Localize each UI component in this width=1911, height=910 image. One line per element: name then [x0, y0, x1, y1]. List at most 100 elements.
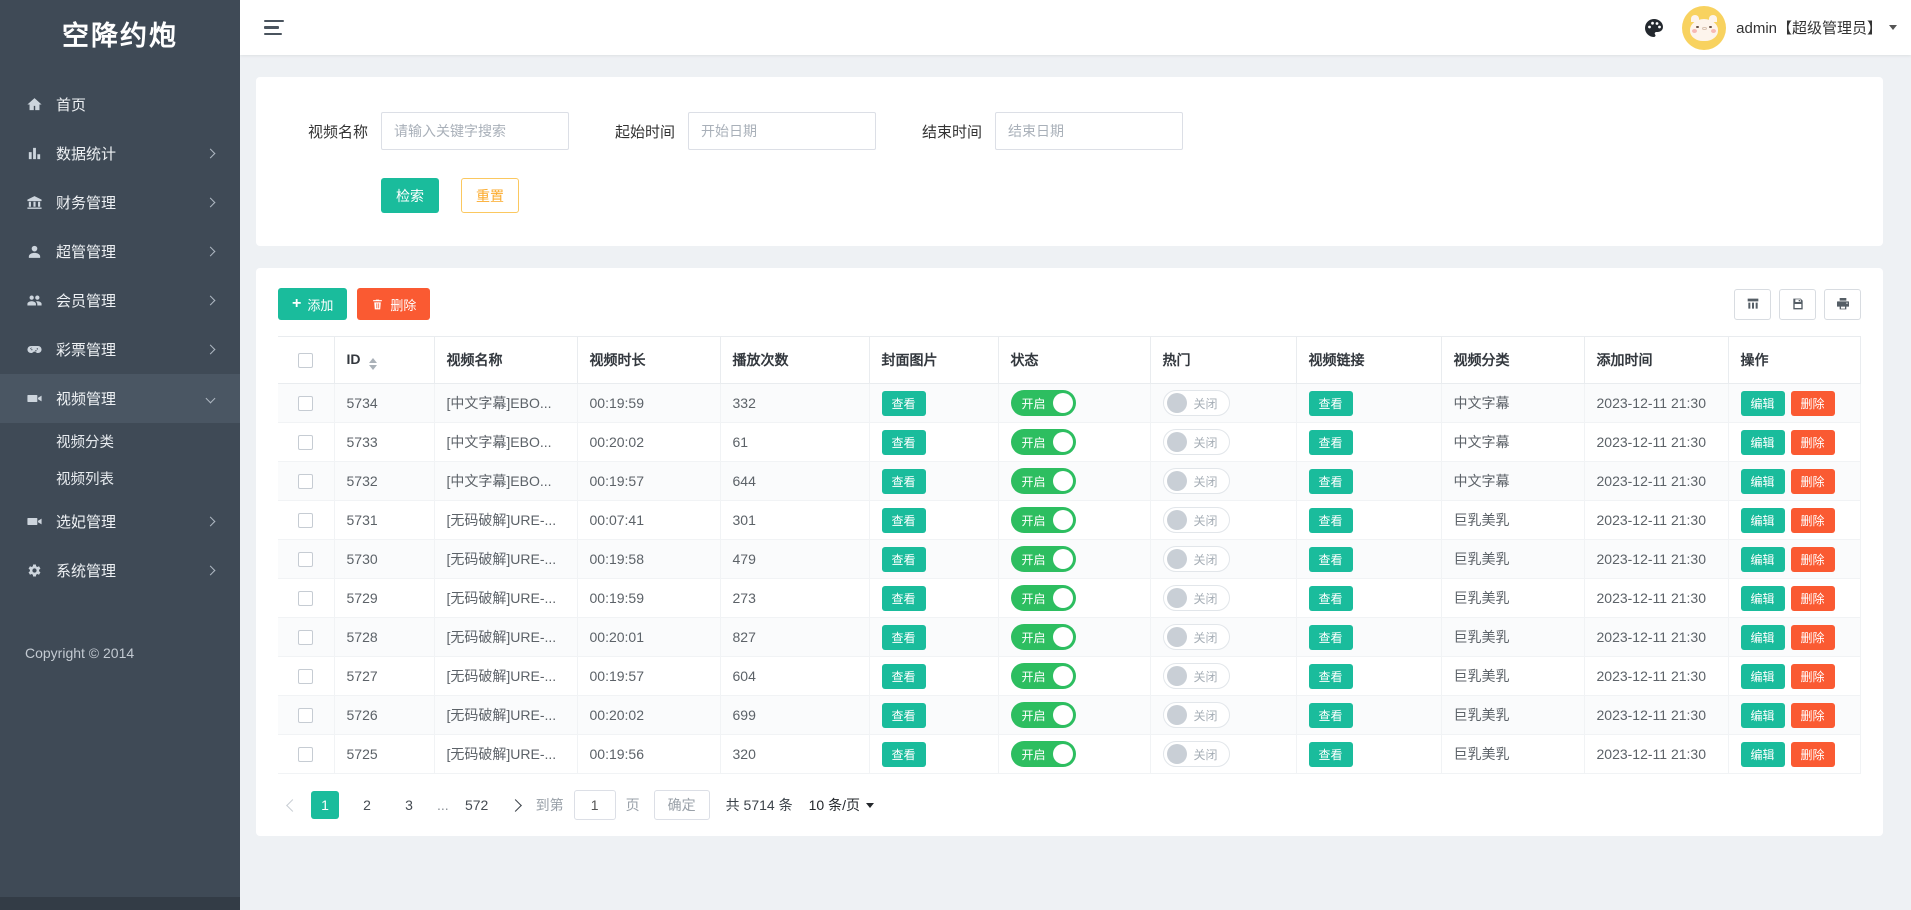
link-view-button[interactable]: 查看 [1309, 391, 1353, 416]
row-checkbox[interactable] [298, 474, 313, 489]
page-button-2[interactable]: 2 [353, 791, 381, 819]
hot-toggle[interactable]: 关闭 [1163, 507, 1230, 533]
cover-view-button[interactable]: 查看 [882, 664, 926, 689]
hot-toggle[interactable]: 关闭 [1163, 702, 1230, 728]
hot-toggle[interactable]: 关闭 [1163, 468, 1230, 494]
sidebar-item-system[interactable]: 系统管理 [0, 546, 240, 595]
cover-view-button[interactable]: 查看 [882, 742, 926, 767]
sort-icon[interactable] [369, 358, 377, 370]
status-toggle[interactable]: 开启 [1011, 741, 1076, 767]
status-toggle[interactable]: 开启 [1011, 702, 1076, 728]
sidebar-item-home[interactable]: 首页 [0, 80, 240, 129]
row-delete-button[interactable]: 删除 [1791, 742, 1835, 767]
row-checkbox[interactable] [298, 708, 313, 723]
start-date-input[interactable] [688, 112, 876, 150]
cover-view-button[interactable]: 查看 [882, 430, 926, 455]
link-view-button[interactable]: 查看 [1309, 664, 1353, 689]
edit-button[interactable]: 编辑 [1741, 547, 1785, 572]
page-button-3[interactable]: 3 [395, 791, 423, 819]
user-menu[interactable]: admin【超级管理员】 [1736, 17, 1897, 38]
status-toggle[interactable]: 开启 [1011, 507, 1076, 533]
user-avatar[interactable] [1682, 6, 1726, 50]
edit-button[interactable]: 编辑 [1741, 391, 1785, 416]
cover-view-button[interactable]: 查看 [882, 391, 926, 416]
row-delete-button[interactable]: 删除 [1791, 469, 1835, 494]
edit-button[interactable]: 编辑 [1741, 469, 1785, 494]
sidebar-subitem-video-category[interactable]: 视频分类 [0, 423, 240, 460]
search-button[interactable]: 检索 [381, 178, 439, 213]
cover-view-button[interactable]: 查看 [882, 469, 926, 494]
row-checkbox[interactable] [298, 396, 313, 411]
row-delete-button[interactable]: 删除 [1791, 625, 1835, 650]
row-delete-button[interactable]: 删除 [1791, 508, 1835, 533]
row-delete-button[interactable]: 删除 [1791, 586, 1835, 611]
link-view-button[interactable]: 查看 [1309, 469, 1353, 494]
row-checkbox[interactable] [298, 513, 313, 528]
row-delete-button[interactable]: 删除 [1791, 547, 1835, 572]
status-toggle[interactable]: 开启 [1011, 390, 1076, 416]
cover-view-button[interactable]: 查看 [882, 586, 926, 611]
hot-toggle[interactable]: 关闭 [1163, 585, 1230, 611]
row-delete-button[interactable]: 删除 [1791, 430, 1835, 455]
status-toggle[interactable]: 开启 [1011, 624, 1076, 650]
hot-toggle[interactable]: 关闭 [1163, 546, 1230, 572]
add-button[interactable]: + 添加 [278, 288, 347, 320]
status-toggle[interactable]: 开启 [1011, 585, 1076, 611]
cover-view-button[interactable]: 查看 [882, 508, 926, 533]
row-delete-button[interactable]: 删除 [1791, 703, 1835, 728]
sidebar-item-video-management[interactable]: 视频管理 [0, 374, 240, 423]
link-view-button[interactable]: 查看 [1309, 430, 1353, 455]
edit-button[interactable]: 编辑 [1741, 742, 1785, 767]
row-checkbox[interactable] [298, 591, 313, 606]
export-button[interactable] [1779, 289, 1816, 320]
sidebar-subitem-video-list[interactable]: 视频列表 [0, 460, 240, 497]
edit-button[interactable]: 编辑 [1741, 430, 1785, 455]
row-checkbox[interactable] [298, 552, 313, 567]
sidebar-item-lottery[interactable]: 彩票管理 [0, 325, 240, 374]
goto-confirm-button[interactable]: 确定 [654, 790, 710, 820]
prev-page-button[interactable] [286, 799, 299, 812]
status-toggle[interactable]: 开启 [1011, 468, 1076, 494]
cover-view-button[interactable]: 查看 [882, 547, 926, 572]
next-page-button[interactable] [509, 799, 522, 812]
sidebar-item-finance[interactable]: 财务管理 [0, 178, 240, 227]
link-view-button[interactable]: 查看 [1309, 508, 1353, 533]
status-toggle[interactable]: 开启 [1011, 663, 1076, 689]
end-date-input[interactable] [995, 112, 1183, 150]
column-header-id[interactable]: ID [334, 337, 434, 384]
theme-palette-icon[interactable] [1642, 16, 1666, 40]
edit-button[interactable]: 编辑 [1741, 664, 1785, 689]
edit-button[interactable]: 编辑 [1741, 508, 1785, 533]
hot-toggle[interactable]: 关闭 [1163, 741, 1230, 767]
row-delete-button[interactable]: 删除 [1791, 664, 1835, 689]
delete-button[interactable]: 删除 [357, 288, 430, 320]
sidebar-item-superadmin[interactable]: 超管管理 [0, 227, 240, 276]
edit-button[interactable]: 编辑 [1741, 703, 1785, 728]
cover-view-button[interactable]: 查看 [882, 625, 926, 650]
link-view-button[interactable]: 查看 [1309, 547, 1353, 572]
page-button-572[interactable]: 572 [463, 791, 491, 819]
sidebar-toggle-button[interactable] [264, 20, 284, 36]
row-checkbox[interactable] [298, 630, 313, 645]
hot-toggle[interactable]: 关闭 [1163, 624, 1230, 650]
sidebar-item-statistics[interactable]: 数据统计 [0, 129, 240, 178]
columns-toggle-button[interactable] [1734, 289, 1771, 320]
status-toggle[interactable]: 开启 [1011, 546, 1076, 572]
reset-button[interactable]: 重置 [461, 178, 519, 213]
edit-button[interactable]: 编辑 [1741, 625, 1785, 650]
hot-toggle[interactable]: 关闭 [1163, 429, 1230, 455]
goto-page-input[interactable] [574, 790, 616, 820]
row-checkbox[interactable] [298, 747, 313, 762]
video-name-input[interactable] [381, 112, 569, 150]
edit-button[interactable]: 编辑 [1741, 586, 1785, 611]
row-checkbox[interactable] [298, 669, 313, 684]
print-button[interactable] [1824, 289, 1861, 320]
link-view-button[interactable]: 查看 [1309, 625, 1353, 650]
sidebar-item-concubine[interactable]: 选妃管理 [0, 497, 240, 546]
link-view-button[interactable]: 查看 [1309, 742, 1353, 767]
hot-toggle[interactable]: 关闭 [1163, 663, 1230, 689]
link-view-button[interactable]: 查看 [1309, 703, 1353, 728]
select-all-checkbox[interactable] [298, 353, 313, 368]
page-size-select[interactable]: 10 条/页 [809, 795, 874, 815]
row-delete-button[interactable]: 删除 [1791, 391, 1835, 416]
